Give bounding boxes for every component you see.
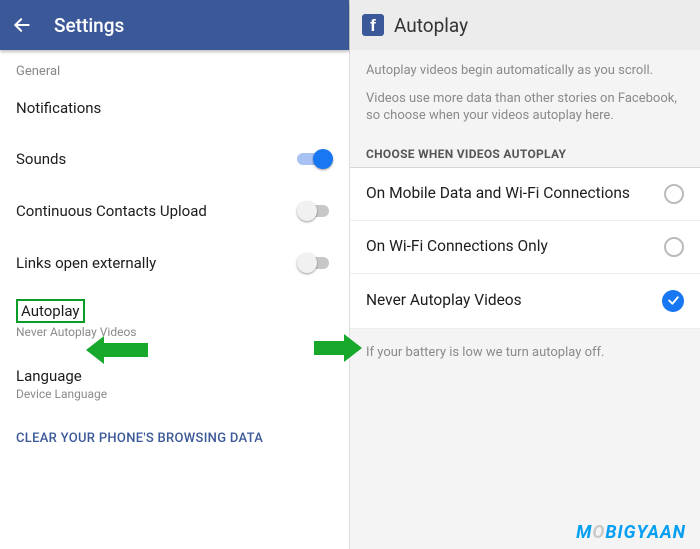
label-autoplay: Autoplay [16,299,85,323]
option-never[interactable]: Never Autoplay Videos [350,274,700,329]
section-general: General [0,50,349,83]
autoplay-screen: f Autoplay Autoplay videos begin automat… [350,0,700,549]
sub-language: Device Language [0,387,349,413]
option-wifi-only-label: On Wi-Fi Connections Only [366,237,664,256]
toggle-sounds[interactable] [297,149,333,169]
label-links-external: Links open externally [16,254,156,272]
row-sounds[interactable]: Sounds [0,133,349,185]
option-mobile-and-wifi[interactable]: On Mobile Data and Wi-Fi Connections [350,168,700,221]
battery-footnote: If your battery is low we turn autoplay … [350,329,700,376]
section-choose-when: CHOOSE WHEN VIDEOS AUTOPLAY [350,135,700,168]
watermark: MOBIGYAAN [576,522,686,543]
facebook-icon: f [362,14,384,36]
row-autoplay[interactable]: Autoplay [0,289,349,325]
label-language: Language [16,367,82,385]
autoplay-description-2: Videos use more data than other stories … [350,86,700,135]
autoplay-description-1: Autoplay videos begin automatically as y… [350,50,700,86]
row-language[interactable]: Language [0,351,349,387]
option-wifi-only[interactable]: On Wi-Fi Connections Only [350,221,700,274]
label-sounds: Sounds [16,150,66,168]
check-selected-icon [662,290,684,312]
row-notifications[interactable]: Notifications [0,83,349,133]
settings-screen: Settings General Notifications Sounds Co… [0,0,350,549]
row-links-external[interactable]: Links open externally [0,237,349,289]
radio-unchecked-icon [664,184,684,204]
back-icon[interactable] [12,15,32,35]
settings-header: Settings [0,0,349,50]
row-contacts-upload[interactable]: Continuous Contacts Upload [0,185,349,237]
clear-browsing-data-button[interactable]: CLEAR YOUR PHONE'S BROWSING DATA [0,413,349,464]
autoplay-header: f Autoplay [350,0,700,50]
watermark-letter: O [592,522,605,543]
autoplay-title: Autoplay [394,14,468,37]
watermark-letter: M [576,522,592,543]
label-notifications: Notifications [16,99,101,117]
option-mobile-and-wifi-label: On Mobile Data and Wi-Fi Connections [366,184,664,203]
toggle-links-external[interactable] [297,253,333,273]
watermark-rest: BIGYAAN [605,522,686,543]
sub-autoplay: Never Autoplay Videos [0,325,349,351]
settings-title: Settings [54,14,124,37]
radio-unchecked-icon [664,237,684,257]
toggle-contacts-upload[interactable] [297,201,333,221]
label-contacts-upload: Continuous Contacts Upload [16,202,207,220]
option-never-label: Never Autoplay Videos [366,291,662,310]
